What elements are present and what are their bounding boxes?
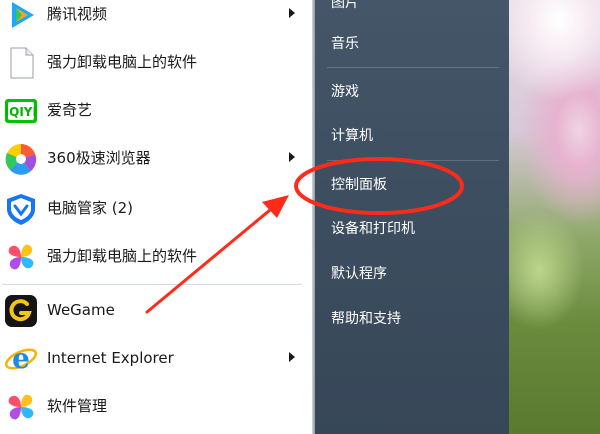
program-label: 强力卸载电脑上的软件	[47, 53, 198, 71]
program-label: 电脑管家 (2)	[47, 199, 134, 217]
program-label: 强力卸载电脑上的软件	[47, 247, 198, 265]
program-label: 腾讯视频	[47, 5, 108, 23]
program-item-pc-manager[interactable]: 电脑管家 (2)	[0, 184, 312, 232]
wegame-icon	[4, 294, 38, 328]
links-separator	[327, 67, 499, 68]
program-item-360-browser[interactable]: 360极速浏览器	[0, 134, 312, 182]
desktop-wallpaper	[509, 0, 600, 434]
program-label: 软件管理	[47, 397, 108, 415]
link-control-panel[interactable]: 控制面板	[331, 170, 387, 200]
start-menu-programs-pane: 腾讯视频 强力卸载电脑上的软件 iQIYI 爱奇艺 360极速浏览器 电脑管家 …	[0, 0, 315, 434]
program-label: 爱奇艺	[47, 101, 93, 119]
link-computer[interactable]: 计算机	[331, 121, 373, 151]
program-item-wegame[interactable]: WeGame	[0, 286, 312, 334]
svg-text:e: e	[12, 342, 30, 375]
program-item-internet-explorer[interactable]: e Internet Explorer	[0, 334, 312, 382]
link-games[interactable]: 游戏	[331, 77, 359, 107]
link-default-programs[interactable]: 默认程序	[331, 259, 387, 289]
programs-divider	[2, 284, 302, 285]
program-label: 360极速浏览器	[47, 149, 151, 167]
blank-file-icon	[4, 46, 38, 80]
program-label: Internet Explorer	[47, 349, 174, 367]
program-item-uninstaller-file[interactable]: 强力卸载电脑上的软件	[0, 38, 312, 86]
program-item-software-manager[interactable]: 软件管理	[0, 382, 312, 430]
360-browser-icon	[4, 142, 38, 176]
submenu-arrow-icon	[289, 152, 295, 162]
link-help-and-support[interactable]: 帮助和支持	[331, 304, 401, 334]
colorful-petal-icon	[4, 390, 38, 424]
submenu-arrow-icon	[289, 352, 295, 362]
link-music[interactable]: 音乐	[331, 29, 359, 59]
links-separator	[327, 160, 499, 161]
svg-text:iQIYI: iQIYI	[5, 105, 37, 119]
program-item-uninstaller[interactable]: 强力卸载电脑上的软件	[0, 232, 312, 280]
program-label: WeGame	[47, 301, 115, 319]
link-pictures[interactable]: 图片	[331, 0, 359, 18]
program-item-iqiyi[interactable]: iQIYI 爱奇艺	[0, 86, 312, 134]
start-menu-links-pane: 图片 音乐 游戏 计算机 控制面板 设备和打印机 默认程序 帮助和支持	[315, 0, 509, 434]
tencent-video-icon	[4, 0, 38, 32]
internet-explorer-icon: e	[4, 342, 38, 376]
pc-manager-shield-icon	[4, 192, 38, 226]
program-item-tencent-video[interactable]: 腾讯视频	[0, 0, 312, 38]
colorful-petal-icon	[4, 240, 38, 274]
link-devices-and-printers[interactable]: 设备和打印机	[331, 214, 415, 244]
iqiyi-icon: iQIYI	[4, 94, 38, 128]
submenu-arrow-icon	[289, 8, 295, 18]
